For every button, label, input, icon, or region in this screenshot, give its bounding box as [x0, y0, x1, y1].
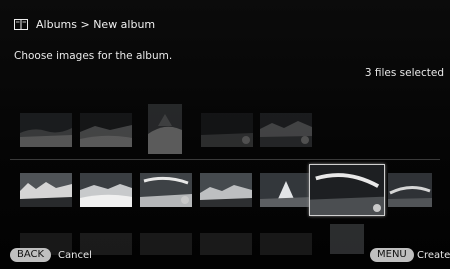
selected-marker-icon	[301, 136, 309, 144]
selected-marker-icon	[373, 204, 381, 212]
breadcrumb: Albums > New album	[36, 18, 156, 31]
thumb-row3-6[interactable]	[330, 224, 364, 254]
thumb-row3-4[interactable]	[200, 233, 252, 255]
thumb-row1-1[interactable]	[20, 113, 72, 147]
menu-button[interactable]: MENU	[370, 248, 414, 262]
cancel-label: Cancel	[58, 250, 92, 261]
thumb-row1-3[interactable]	[148, 104, 182, 154]
thumb-row2-6-focused[interactable]	[309, 164, 385, 216]
thumb-row2-1[interactable]	[20, 173, 72, 207]
create-label: Create	[417, 250, 450, 261]
selected-marker-icon	[181, 196, 189, 204]
thumb-row3-3[interactable]	[140, 233, 192, 255]
instruction-text: Choose images for the album.	[14, 50, 173, 62]
album-book-icon	[14, 19, 28, 30]
selection-count: 3 files selected	[364, 67, 444, 79]
thumb-row2-5[interactable]	[260, 173, 312, 207]
header: Albums > New album	[14, 18, 155, 31]
row-divider	[10, 159, 440, 160]
thumb-row1-4[interactable]	[201, 113, 253, 147]
thumb-row1-5[interactable]	[260, 113, 312, 147]
album-screen: Albums > New album Choose images for the…	[0, 0, 450, 269]
selected-marker-icon	[242, 136, 250, 144]
thumb-row2-7[interactable]	[388, 173, 432, 207]
thumb-row3-5[interactable]	[260, 233, 312, 255]
thumb-row2-3[interactable]	[140, 173, 192, 207]
thumb-row2-2[interactable]	[80, 173, 132, 207]
thumb-row1-2[interactable]	[80, 113, 132, 147]
thumb-row2-4[interactable]	[200, 173, 252, 207]
back-button[interactable]: BACK	[10, 248, 52, 262]
